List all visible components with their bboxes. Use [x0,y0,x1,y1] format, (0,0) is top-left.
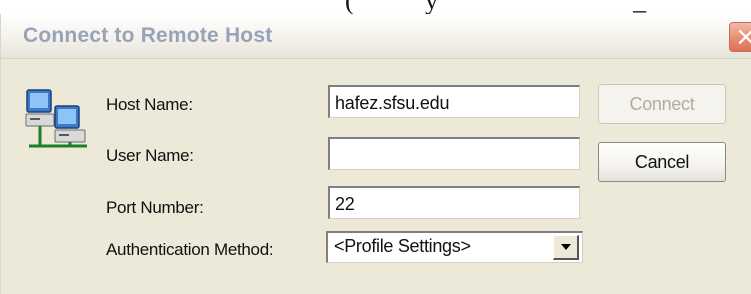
authentication-method-value: <Profile Settings> [334,236,471,256]
port-number-label: Port Number: [106,198,204,217]
chevron-down-icon [561,244,571,250]
user-name-label: User Name: [106,146,194,165]
authentication-method-label: Authentication Method: [106,240,274,259]
background-text: ( y _ [345,0,646,14]
dropdown-button[interactable] [553,235,579,260]
title-bar: Connect to Remote Host × [1,14,751,59]
dialog-title: Connect to Remote Host [23,24,273,47]
cancel-button[interactable]: Cancel [598,142,726,182]
host-name-input[interactable] [328,85,580,118]
host-name-label: Host Name: [106,95,193,114]
background-text-strip: ( y _ [0,0,751,14]
network-computers-icon [25,89,87,148]
connect-button[interactable]: Connect [598,84,726,124]
connect-dialog: Connect to Remote Host × Host Name: User… [0,14,751,294]
port-number-input[interactable] [328,186,580,219]
authentication-method-select[interactable]: <Profile Settings> [326,231,583,263]
close-button[interactable]: × [729,22,751,52]
user-name-input[interactable] [328,137,580,170]
close-icon: × [735,22,751,52]
